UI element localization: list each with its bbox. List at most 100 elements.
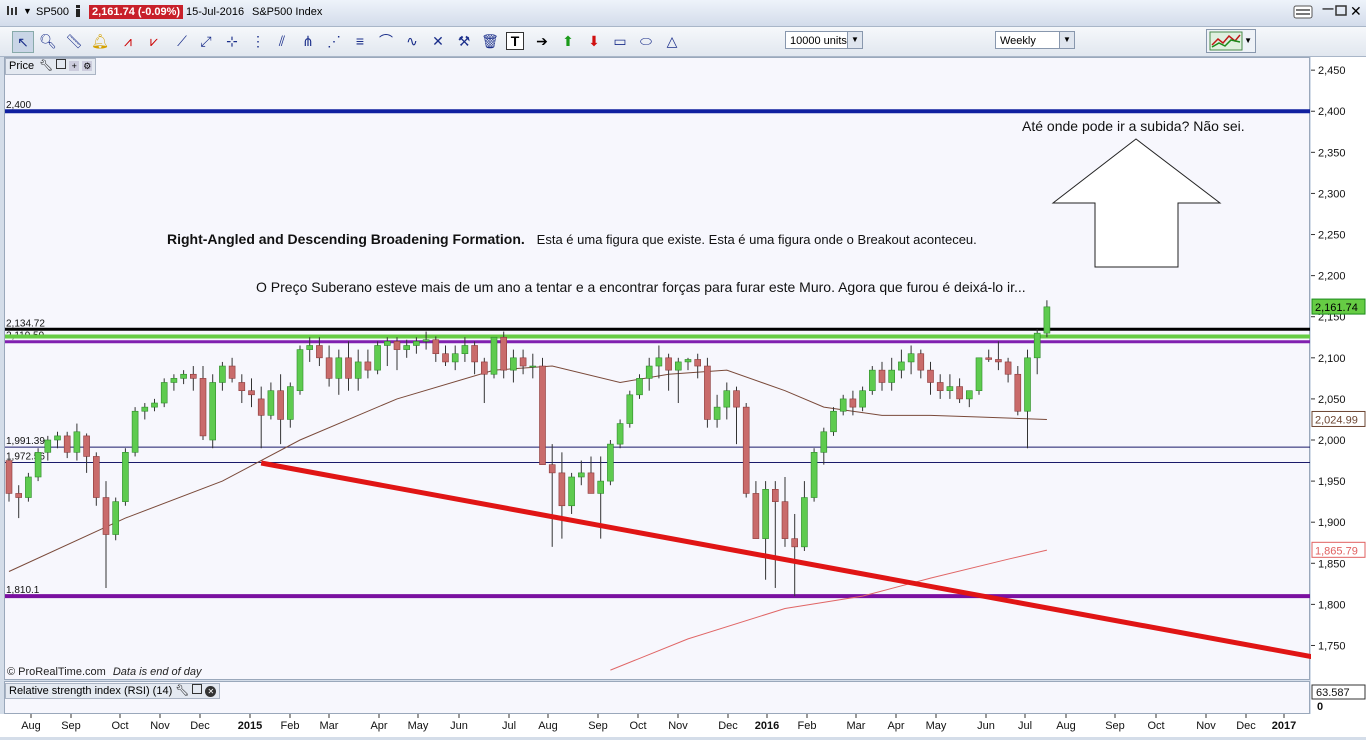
- time-axis-label: Oct: [1147, 720, 1164, 732]
- price-axis-label: 1,800: [1318, 599, 1346, 611]
- chevron-down-icon: ▼: [847, 32, 862, 48]
- plus-icon[interactable]: +: [69, 61, 80, 71]
- time-axis-label: Nov: [150, 720, 170, 732]
- watermark: © ProRealTime.com Data is end of day: [7, 666, 202, 678]
- price-panel-tab: Price 🔧︎ + ⚙: [5, 58, 97, 75]
- info-icon[interactable]: [73, 4, 83, 18]
- price-axis-label: 2,100: [1318, 353, 1346, 365]
- time-axis[interactable]: Aug Sep Oct Nov Dec 2015 Feb Mar Apr May Jun Jul Aug…: [0, 714, 1366, 737]
- regression-icon[interactable]: ≡: [350, 31, 370, 51]
- drawing-toolbar: ↖ 🔍︎ 📏︎ 🔔︎ ⩘ ⩗ ⟋ ⤢ ⊹ ⋮ ⫽ ⋔ ⋰ ≡ ⌒ ∿ ✕ ⚒ 🗑…: [0, 27, 1366, 57]
- time-axis-label: Sep: [1105, 720, 1125, 732]
- price-axis[interactable]: 2,450 2,400 2,350 2,300 2,250 2,200 2,150 2,100…: [1311, 57, 1366, 714]
- cross-icon[interactable]: ✕: [428, 31, 448, 51]
- hammer-icon[interactable]: ⚒: [454, 31, 474, 51]
- wrench-icon[interactable]: 🔧︎: [39, 60, 53, 72]
- time-axis-label: 2017: [1272, 720, 1296, 732]
- time-axis-label: Jul: [1018, 720, 1032, 732]
- arc-icon[interactable]: ⌒: [376, 31, 396, 51]
- units-value: 10000 units: [790, 35, 847, 47]
- time-axis-label: Aug: [21, 720, 41, 732]
- timeframe-select[interactable]: Weekly ▼: [995, 31, 1075, 49]
- channel-icon[interactable]: ⫽: [272, 31, 292, 51]
- ray-icon[interactable]: ⤢: [196, 31, 216, 51]
- dropdown-arrow-icon[interactable]: ▼: [23, 6, 32, 16]
- arrow-right-icon[interactable]: ➔: [532, 31, 552, 51]
- window-square-icon[interactable]: [192, 684, 203, 694]
- watermark-note: Data is end of day: [112, 666, 202, 678]
- settings-small-icon[interactable]: ⚙: [82, 61, 93, 71]
- price-axis-label: 2,300: [1318, 188, 1346, 200]
- index-name-label: S&P500 Index: [252, 6, 323, 18]
- time-axis-label: Nov: [1196, 720, 1216, 732]
- window-icon[interactable]: [6, 5, 18, 17]
- fibonacci-fan-icon[interactable]: ⩗: [144, 31, 164, 51]
- time-axis-label: Mar: [320, 720, 339, 732]
- pointer-icon[interactable]: ↖: [12, 31, 34, 53]
- time-axis-svg: Aug Sep Oct Nov Dec 2015 Feb Mar Apr May Jun Jul Aug…: [21, 714, 1296, 732]
- price-badge-label: 2,161.74: [1315, 302, 1358, 314]
- units-select[interactable]: 10000 units ▼: [785, 31, 863, 49]
- price-axis-label: 1,900: [1318, 517, 1346, 529]
- price-axis-label: 1,950: [1318, 476, 1346, 488]
- gann-icon[interactable]: ⋰: [324, 31, 344, 51]
- time-axis-label: May: [926, 720, 947, 732]
- time-axis-label: May: [408, 720, 429, 732]
- text-icon[interactable]: T: [506, 32, 524, 50]
- zoom-icon[interactable]: 🔍︎: [38, 31, 58, 51]
- time-axis-label: Feb: [281, 720, 300, 732]
- arrow-down-icon[interactable]: ⬇: [584, 31, 604, 51]
- time-axis-label: Jun: [450, 720, 468, 732]
- price-change-badge: 2,161.74 (-0.09%): [89, 5, 184, 19]
- trash-icon[interactable]: 🗑︎: [480, 31, 500, 51]
- time-axis-label: Dec: [1236, 720, 1256, 732]
- window-square-icon[interactable]: [56, 59, 67, 69]
- time-axis-label: Feb: [798, 720, 817, 732]
- date-label: 15-Jul-2016: [186, 6, 245, 18]
- fibonacci-icon[interactable]: ⩘: [118, 31, 138, 51]
- ruler-icon[interactable]: 📏︎: [64, 31, 84, 51]
- vertical-line-icon[interactable]: ⋮: [248, 31, 268, 51]
- close-button[interactable]: ✕: [1350, 3, 1362, 20]
- ellipse-icon[interactable]: ⬭: [636, 31, 656, 51]
- time-axis-label: Jul: [502, 720, 516, 732]
- pitchfork-icon[interactable]: ⋔: [298, 31, 318, 51]
- keyboard-icon[interactable]: [1293, 5, 1313, 22]
- time-axis-label: 2015: [238, 720, 262, 732]
- rsi-zero-label: 0: [1317, 701, 1323, 713]
- time-axis-label: Oct: [629, 720, 646, 732]
- price-axis-label: 2,050: [1318, 394, 1346, 406]
- maximize-button[interactable]: [1334, 5, 1348, 20]
- price-badge-label: 2,024.99: [1315, 414, 1358, 426]
- time-axis-label: Apr: [370, 720, 387, 732]
- chevron-down-icon: ▼: [1059, 32, 1074, 48]
- time-axis-label: Dec: [190, 720, 210, 732]
- close-panel-icon[interactable]: ✕: [205, 686, 217, 697]
- chevron-down-icon: ▼: [1244, 36, 1252, 45]
- price-axis-label: 1,750: [1318, 640, 1346, 652]
- rsi-panel-label: Relative strength index (RSI) (14): [9, 685, 173, 697]
- timeframe-value: Weekly: [1000, 35, 1036, 47]
- price-axis-label: 1,850: [1318, 558, 1346, 570]
- rectangle-icon[interactable]: ▭: [610, 31, 630, 51]
- time-axis-label: Oct: [111, 720, 128, 732]
- price-axis-svg: 2,4502,4002,3502,3002,2502,2002,1502,100…: [1311, 65, 1366, 713]
- time-axis-label: Jun: [977, 720, 995, 732]
- time-axis-label: Dec: [718, 720, 738, 732]
- indicators-button[interactable]: ▼: [1206, 29, 1256, 53]
- time-axis-label: Sep: [588, 720, 608, 732]
- time-axis-label: Nov: [668, 720, 688, 732]
- arrow-up-icon[interactable]: ⬆: [558, 31, 578, 51]
- horizontal-line-icon[interactable]: ⊹: [222, 31, 242, 51]
- alert-bell-icon[interactable]: 🔔︎: [90, 31, 110, 51]
- price-axis-label: 2,000: [1318, 435, 1346, 447]
- time-axis-label: Sep: [61, 720, 81, 732]
- price-badge-label: 1,865.79: [1315, 545, 1358, 557]
- trendline-icon[interactable]: ⟋: [172, 31, 192, 51]
- price-chart-panel[interactable]: [4, 57, 1310, 680]
- cycle-icon[interactable]: ∿: [402, 31, 422, 51]
- wrench-icon[interactable]: 🔧︎: [175, 685, 189, 697]
- price-axis-label: 2,450: [1318, 65, 1346, 77]
- symbol-label[interactable]: SP500: [36, 6, 69, 18]
- triangle-icon[interactable]: △: [662, 31, 682, 51]
